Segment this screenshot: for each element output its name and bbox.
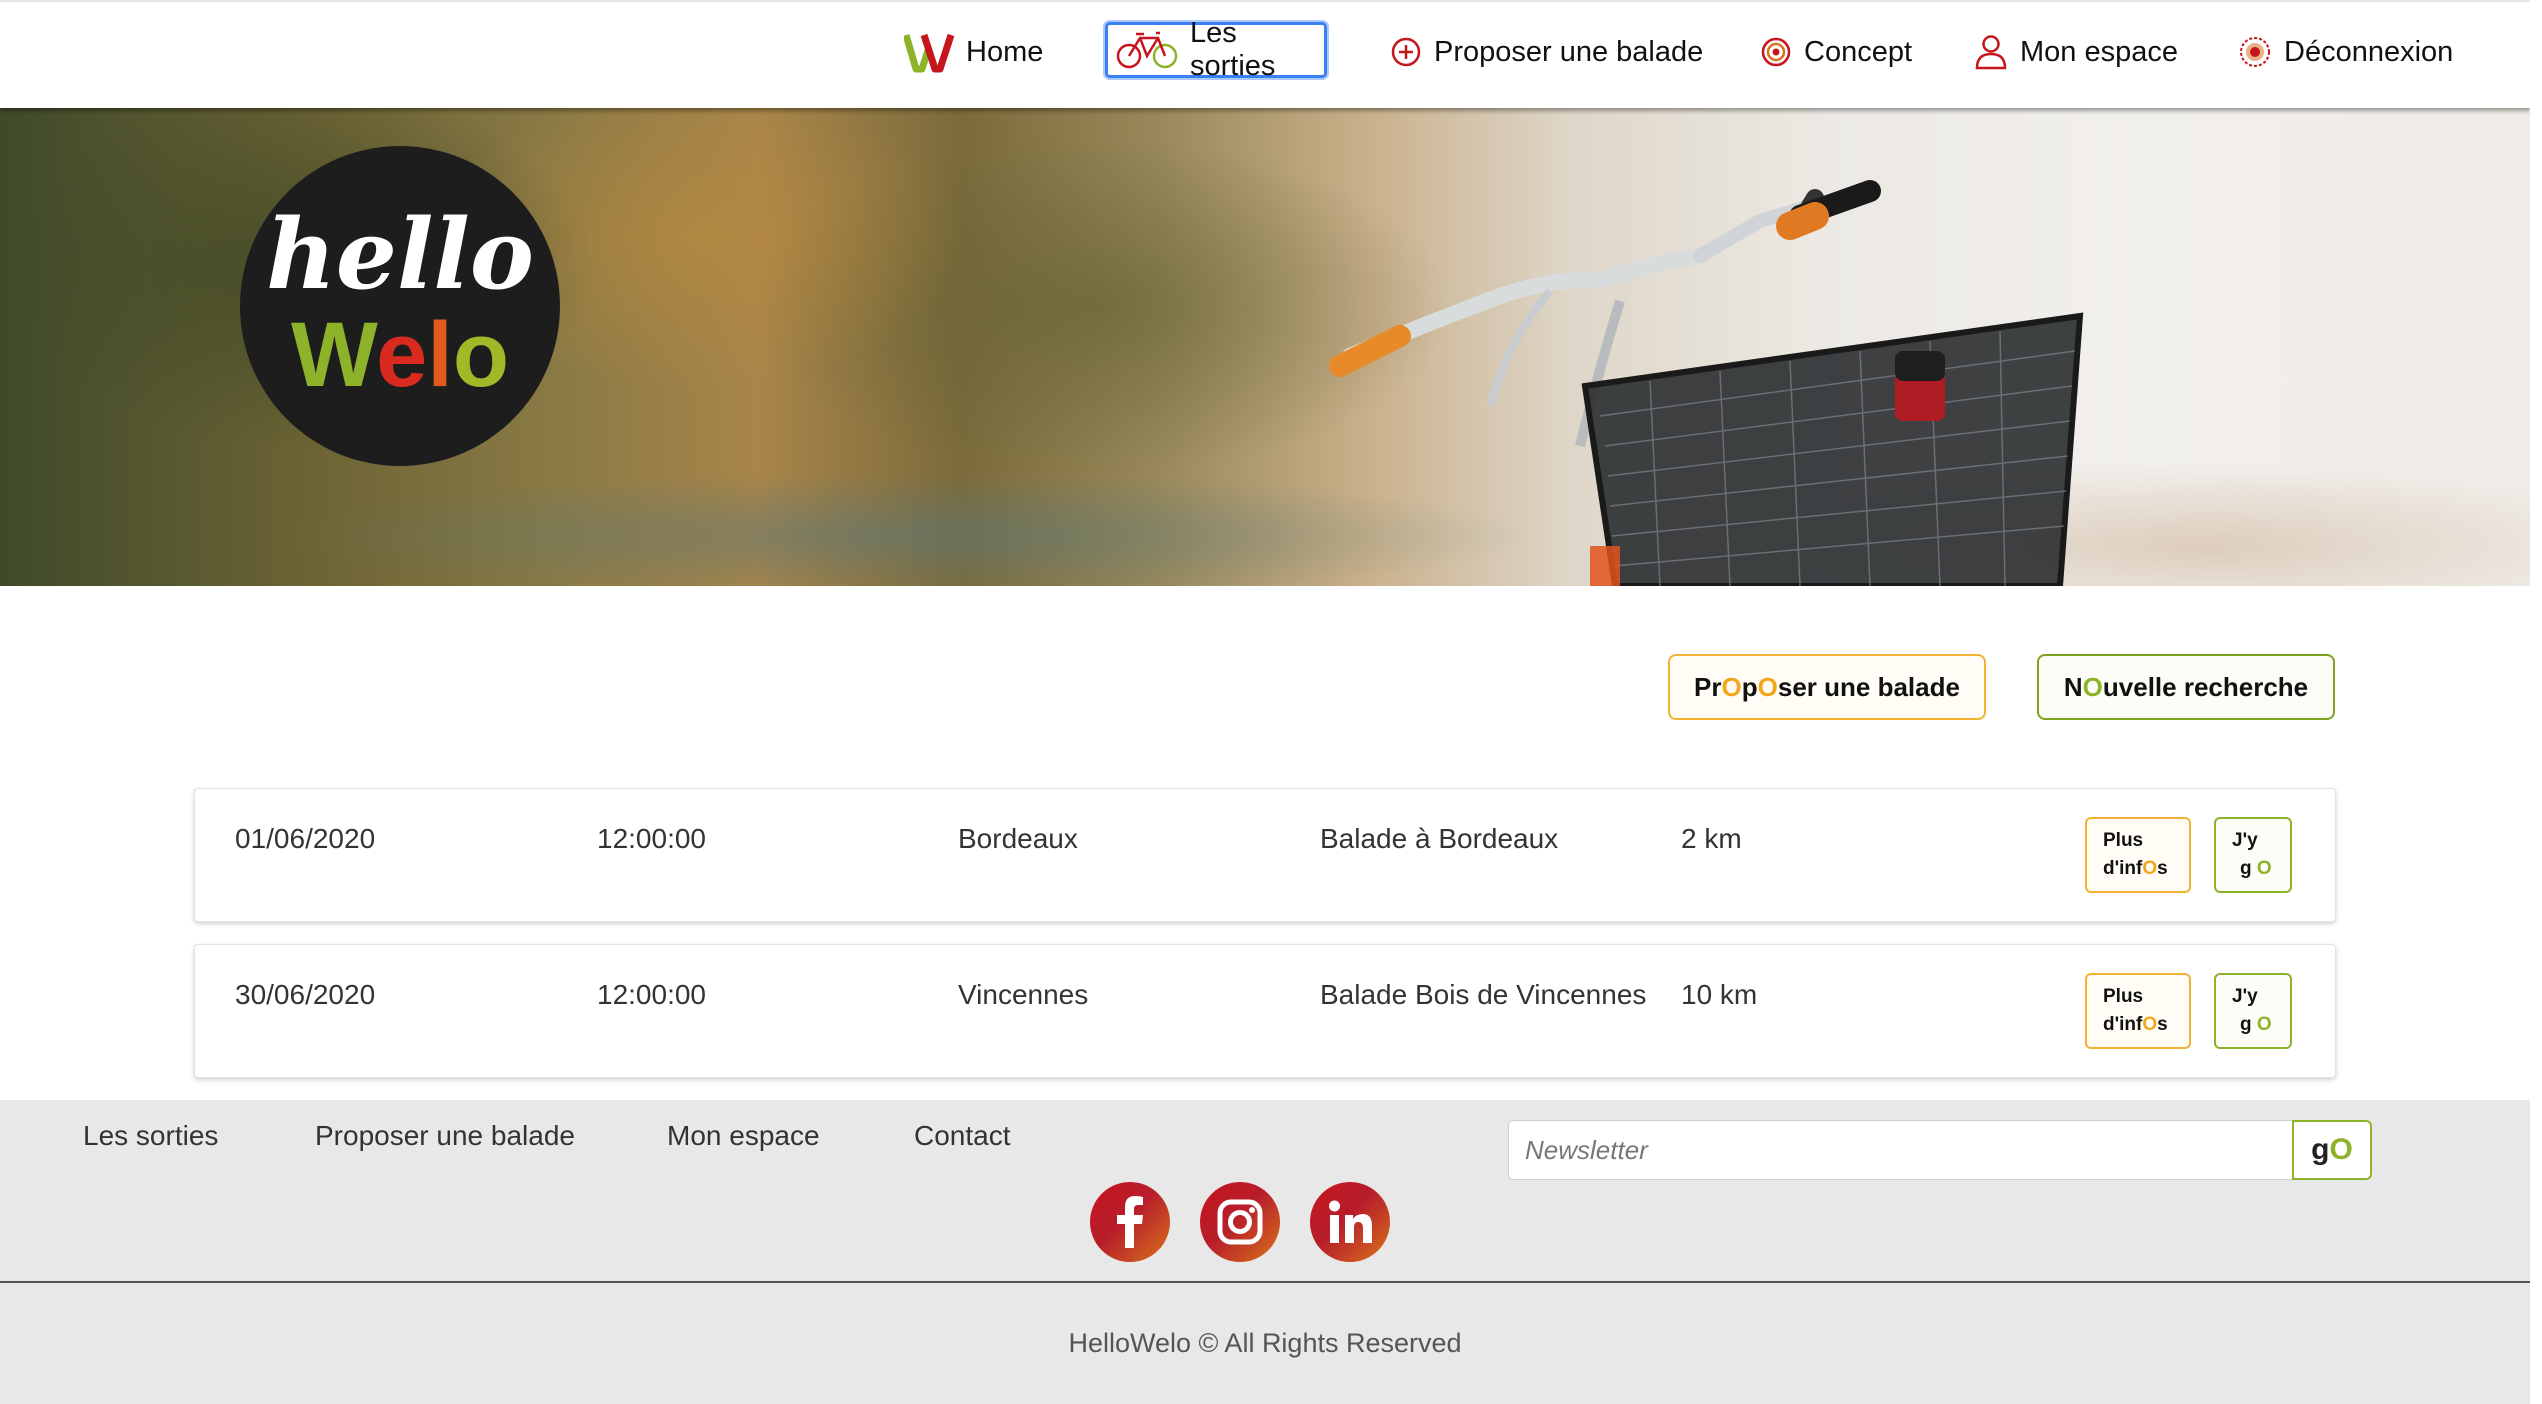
footer-link-contact[interactable]: Contact [914, 1120, 1011, 1152]
logo-welo-text: Welo [291, 304, 509, 406]
ride-city: Vincennes [958, 979, 1089, 1010]
ride-distance: 10 km [1681, 979, 1758, 1010]
join-ride-button[interactable]: J'y g O [2214, 817, 2292, 893]
newsletter-input[interactable] [1508, 1120, 2294, 1180]
nav-home[interactable]: Home [896, 22, 1051, 82]
hero-banner: hello Welo [0, 106, 2530, 586]
newsletter-go-button[interactable]: gO [2292, 1120, 2372, 1180]
ride-time: 12:00:00 [597, 823, 706, 854]
join-ride-button[interactable]: J'y g O [2214, 973, 2292, 1049]
ride-card: 30/06/2020 12:00:00 Vincennes Balade Boi… [194, 944, 2336, 1078]
footer-divider [0, 1281, 2530, 1283]
more-info-button[interactable]: Plus d'infOs [2085, 817, 2191, 893]
target-icon [1761, 37, 1791, 67]
footer-link-mon-espace[interactable]: Mon espace [667, 1120, 820, 1152]
svg-text:Welo: Welo [291, 304, 509, 406]
ride-title: Balade Bois de Vincennes [1320, 979, 1647, 1010]
nav-deconnexion[interactable]: Déconnexion [2230, 22, 2461, 82]
nav-mon-espace-label: Mon espace [2020, 35, 2178, 68]
nav-les-sorties-label: Les sorties [1190, 17, 1276, 82]
more-info-button[interactable]: Plus d'infOs [2085, 973, 2191, 1049]
nav-home-label: Home [966, 35, 1044, 68]
copyright-text: HelloWelo © All Rights Reserved [1068, 1328, 1462, 1358]
ride-time: 12:00:00 [597, 979, 706, 1010]
user-icon [1975, 35, 2007, 70]
ride-city: Bordeaux [958, 823, 1078, 854]
power-icon [2240, 37, 2270, 67]
ride-date: 30/06/2020 [235, 979, 376, 1010]
top-navbar: Home Les sorties Proposer une balade Con… [0, 0, 2530, 108]
linkedin-icon[interactable] [1310, 1182, 1390, 1262]
plus-circle-icon [1391, 37, 1421, 67]
ride-distance: 2 km [1681, 823, 1742, 854]
new-search-button[interactable]: N Ouvelle recherche [2037, 654, 2335, 720]
footer-link-proposer-une-balade[interactable]: Proposer une balade [315, 1120, 575, 1152]
ride-title: Balade à Bordeaux [1320, 823, 1559, 854]
nav-concept-label: Concept [1804, 35, 1913, 68]
nav-proposer-une-balade[interactable]: Proposer une balade [1382, 22, 1711, 82]
nav-deconnexion-label: Déconnexion [2284, 35, 2454, 68]
facebook-icon[interactable] [1090, 1182, 1170, 1262]
hellowelo-w-icon [904, 33, 954, 73]
logo-hello-text: hello [266, 198, 534, 311]
instagram-icon[interactable] [1200, 1182, 1280, 1262]
ride-card: 01/06/2020 12:00:00 Bordeaux Balade à Bo… [194, 788, 2336, 922]
nav-concept[interactable]: Concept [1752, 22, 1920, 82]
footer-link-les-sorties[interactable]: Les sorties [83, 1120, 218, 1152]
nav-proposer-label: Proposer une balade [1434, 35, 1704, 68]
nav-mon-espace[interactable]: Mon espace [1966, 22, 2186, 82]
propose-ride-button[interactable]: Pr Op Oser une balade [1668, 654, 1986, 720]
nav-les-sorties[interactable]: Les sorties [1105, 17, 1327, 82]
ride-date: 01/06/2020 [235, 823, 376, 854]
hellowelo-logo-mark: hello Welo [266, 198, 534, 406]
hellowelo-logo: hello Welo [240, 146, 560, 466]
footer: Les sorties Proposer une balade Mon espa… [0, 1100, 2530, 1404]
bicycle-icon [1116, 31, 1178, 69]
